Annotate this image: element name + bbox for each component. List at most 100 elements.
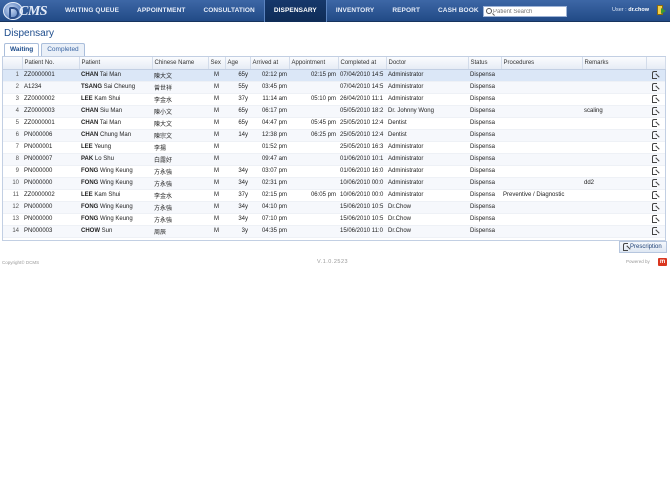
- col-doctor[interactable]: Doctor: [386, 57, 469, 70]
- cell-appointment: 02:15 pm: [289, 69, 338, 82]
- patient-last-name: CHAN: [81, 72, 99, 78]
- cell-sex: M: [208, 129, 225, 142]
- cell-patient-no: A1234: [22, 81, 79, 94]
- cell-chinese-name: 陳宗文: [152, 129, 208, 142]
- cell-doctor: Administrator: [386, 93, 468, 106]
- logout-icon[interactable]: [657, 5, 666, 16]
- col-arrived-at[interactable]: Arrived at: [250, 57, 290, 70]
- patient-first-name: Tai Man: [99, 120, 121, 126]
- cell-action: [646, 117, 665, 130]
- nav-report[interactable]: REPORT: [383, 0, 429, 22]
- prescription-icon[interactable]: [651, 118, 660, 128]
- table-row[interactable]: 3 ZZ0000002 LEE Kam Shui 李金水 M 37y 11:14 am 05:…: [3, 93, 665, 106]
- prescription-icon[interactable]: [651, 190, 660, 200]
- cell-doctor: Dr.Chow: [386, 201, 468, 214]
- prescription-icon[interactable]: [651, 178, 660, 188]
- col-age[interactable]: Age: [225, 57, 251, 70]
- nav-inventory[interactable]: INVENTORY: [327, 0, 383, 22]
- cell-row-number: 13: [3, 213, 22, 226]
- prescription-icon[interactable]: [651, 82, 660, 92]
- cell-appointment: [289, 225, 338, 238]
- table-row[interactable]: 13 PN000000 FONG Wing Keung 方永強 M 34y 07:10 pm…: [3, 213, 665, 226]
- prescription-icon[interactable]: [651, 106, 660, 116]
- table-row[interactable]: 1 ZZ0000001 CHAN Tai Man 陳大文 M 65y 02:12 pm 02:…: [3, 69, 665, 82]
- cell-row-number: 10: [3, 177, 22, 190]
- prescription-icon[interactable]: [651, 226, 660, 236]
- prescription-icon[interactable]: [651, 94, 660, 104]
- cell-appointment: [289, 177, 338, 190]
- app-logo[interactable]: CMS: [3, 1, 59, 21]
- prescription-icon[interactable]: [651, 70, 660, 80]
- cell-remarks: [582, 69, 646, 82]
- prescription-icon[interactable]: [651, 166, 660, 176]
- cell-chinese-name: 周辰: [152, 225, 208, 238]
- prescription-icon[interactable]: [651, 202, 660, 212]
- page-title: Dispensary: [4, 28, 55, 39]
- nav-appointment[interactable]: APPOINTMENT: [128, 0, 194, 22]
- cell-patient-no: PN000000: [22, 165, 79, 178]
- cell-chinese-name: 李揚: [152, 141, 208, 154]
- nav-consultation[interactable]: CONSULTATION: [194, 0, 263, 22]
- col-chinese-name[interactable]: Chinese Name: [152, 57, 209, 70]
- cell-completed-at: 05/05/2010 18:2: [338, 105, 386, 118]
- cell-doctor: Administrator: [386, 165, 468, 178]
- user-name: dr.chow: [628, 7, 649, 13]
- cell-row-number: 14: [3, 225, 22, 238]
- prescription-icon[interactable]: [651, 214, 660, 224]
- cell-patient-no: ZZ0000001: [22, 69, 79, 82]
- col-status[interactable]: Status: [468, 57, 502, 70]
- cell-doctor: Administrator: [386, 177, 468, 190]
- table-row[interactable]: 10 PN000000 FONG Wing Keung 方永強 M 34y 02:31 pm…: [3, 177, 665, 190]
- prescription-icon[interactable]: [651, 154, 660, 164]
- table-row[interactable]: 9 PN000000 FONG Wing Keung 方永強 M 34y 03:07 pm 0…: [3, 165, 665, 178]
- table-row[interactable]: 7 PN000001 LEE Yeung 李揚 M 01:52 pm 25/05/2010 …: [3, 141, 665, 154]
- patient-search-input[interactable]: [493, 7, 565, 16]
- table-row[interactable]: 2 A1234 TSANG Sai Cheung 曾世祥 M 55y 03:45 pm 07/…: [3, 81, 665, 94]
- vendor-logo[interactable]: m: [658, 258, 667, 266]
- cell-chinese-name: 陳大文: [152, 117, 208, 130]
- tab-completed[interactable]: Completed: [41, 43, 85, 56]
- col-patient[interactable]: Patient: [79, 57, 153, 70]
- patient-first-name: Wing Keung: [100, 216, 133, 222]
- cell-status: Dispensa: [468, 141, 501, 154]
- tab-waiting[interactable]: Waiting: [4, 43, 40, 57]
- cell-patient-name: CHAN Tai Man: [79, 117, 152, 130]
- cell-procedures: [501, 153, 582, 166]
- table-row[interactable]: 5 ZZ0000001 CHAN Tai Man 陳大文 M 65y 04:47 pm 05:…: [3, 117, 665, 130]
- cell-age: 37y: [225, 93, 250, 106]
- nav-cash-book[interactable]: CASH BOOK: [429, 0, 488, 22]
- col-remarks[interactable]: Remarks: [582, 57, 647, 70]
- table-row[interactable]: 8 PN000007 PAK Lo Shu 白露好 M 09:47 am 01/06/201…: [3, 153, 665, 166]
- patient-first-name: Kam Shui: [94, 96, 121, 102]
- cell-patient-no: ZZ0000002: [22, 189, 79, 202]
- patient-last-name: FONG: [81, 168, 99, 174]
- cell-patient-name: PAK Lo Shu: [79, 153, 152, 166]
- nav-dispensary[interactable]: DISPENSARY: [263, 0, 327, 22]
- cell-patient-name: CHAN Siu Man: [79, 105, 152, 118]
- col-appointment[interactable]: Appointment: [289, 57, 339, 70]
- cell-status: Dispensa: [468, 69, 501, 82]
- cell-status: Dispensa: [468, 81, 501, 94]
- cell-age: 65y: [225, 105, 250, 118]
- nav-waiting-queue[interactable]: WAITING QUEUE: [56, 0, 128, 22]
- table-row[interactable]: 11 ZZ0000002 LEE Kam Shui 李金水 M 37y 02:15 pm 06…: [3, 189, 665, 202]
- table-row[interactable]: 14 PN000003 CHOW Sun 周辰 M 3y 04:35 pm 15/06/201…: [3, 225, 665, 238]
- col-completed-at[interactable]: Completed at: [338, 57, 387, 70]
- cell-sex: M: [208, 153, 225, 166]
- cell-completed-at: 15/06/2010 10:5: [338, 201, 386, 214]
- patient-last-name: CHAN: [81, 120, 99, 126]
- table-row[interactable]: 12 PN000000 FONG Wing Keung 方永強 M 34y 04:10 pm…: [3, 201, 665, 214]
- table-row[interactable]: 6 PN000006 CHAN Chung Man 陳宗文 M 14y 12:38 pm 06…: [3, 129, 665, 142]
- prescription-icon[interactable]: [651, 130, 660, 140]
- col-patient-no[interactable]: Patient No.: [22, 57, 80, 70]
- prescription-icon[interactable]: [651, 142, 660, 152]
- col-sex[interactable]: Sex: [208, 57, 226, 70]
- cell-completed-at: 26/04/2010 11:1: [338, 93, 386, 106]
- table-row[interactable]: 4 ZZ0000003 CHAN Siu Man 陳小文 M 65y 06:17 pm 05/…: [3, 105, 665, 118]
- cell-completed-at: 07/04/2010 14:5: [338, 81, 386, 94]
- cell-row-number: 11: [3, 189, 22, 202]
- col-procedures[interactable]: Procedures: [501, 57, 583, 70]
- prescription-button[interactable]: Prescription: [619, 241, 667, 253]
- cell-doctor: Dentist: [386, 129, 468, 142]
- cell-action: [646, 165, 665, 178]
